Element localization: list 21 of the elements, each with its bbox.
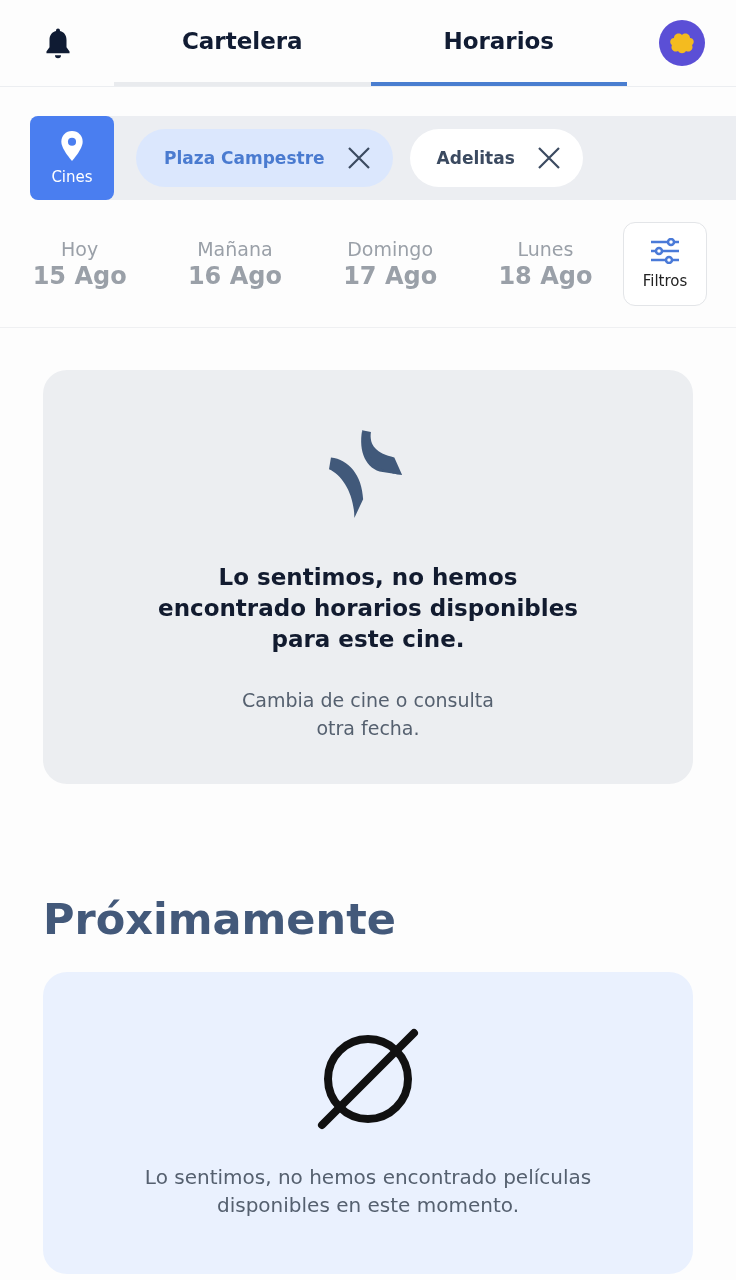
- empty-state-title: Lo sentimos, no hemos encontrado horarios disponibles para este cine.: [158, 563, 578, 654]
- empty-state-message: Cambia de cine o consulta otra fecha.: [241, 688, 495, 741]
- close-icon[interactable]: [536, 146, 561, 170]
- date-tab[interactable]: Lunes 18 Ago: [467, 237, 623, 290]
- cinemas-button[interactable]: Cines: [30, 116, 114, 200]
- sliders-icon: [650, 237, 680, 264]
- empty-state-message: Lo sentimos, no hemos encontrado películas disponibles en este momento.: [143, 1164, 593, 1219]
- location-pin-icon: [59, 130, 85, 162]
- empty-set-icon: [316, 1027, 420, 1131]
- section-heading: Próximamente: [43, 894, 397, 946]
- date-tab[interactable]: Hoy 15 Ago: [2, 237, 158, 290]
- cinema-chip[interactable]: Adelitas: [409, 129, 583, 187]
- tab[interactable]: Horarios: [370, 0, 627, 86]
- date-tab[interactable]: Domingo 17 Ago: [312, 237, 468, 290]
- filters-button[interactable]: Filtros: [623, 221, 707, 306]
- date-tab[interactable]: Mañana 16 Ago: [157, 237, 313, 290]
- cinema-chip[interactable]: Plaza Campestre: [136, 129, 393, 187]
- tab[interactable]: Cartelera: [114, 0, 371, 86]
- avatar-icon[interactable]: [658, 19, 706, 67]
- close-icon[interactable]: [346, 146, 371, 170]
- bell-icon[interactable]: [43, 26, 73, 60]
